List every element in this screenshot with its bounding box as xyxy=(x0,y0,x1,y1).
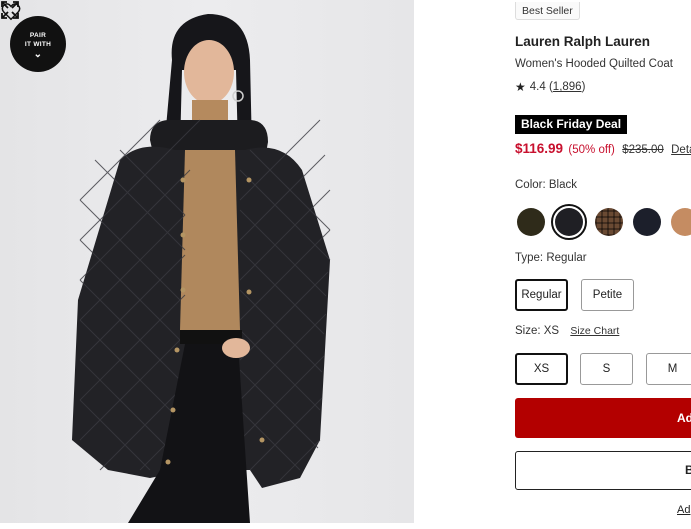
price-row: $116.99 (50% off) $235.00 Deta xyxy=(515,141,691,156)
type-option-regular[interactable]: Regular xyxy=(515,279,568,311)
original-price: $235.00 xyxy=(622,144,664,156)
deal-badge: Black Friday Deal xyxy=(515,115,628,134)
size-option-xs[interactable]: XS xyxy=(515,353,568,385)
size-option-m[interactable]: M xyxy=(646,353,691,385)
color-swatch-olive[interactable] xyxy=(517,208,545,236)
sale-price: $116.99 xyxy=(515,141,564,156)
product-title: Women's Hooded Quilted Coat xyxy=(515,58,673,70)
rating-value: 4.4 xyxy=(529,81,546,93)
color-swatch-brown-plaid[interactable] xyxy=(595,208,623,236)
details-link[interactable]: Deta xyxy=(671,144,691,156)
star-icon: ★ xyxy=(515,80,526,94)
color-swatch-camel[interactable] xyxy=(671,208,691,236)
best-seller-badge: Best Seller xyxy=(515,2,580,20)
pair-it-with-button[interactable]: PAIR IT WITH ⌄ xyxy=(10,16,66,72)
rating-paren-open: ( xyxy=(545,81,553,93)
size-chart-link[interactable]: Size Chart xyxy=(570,325,619,337)
rating: ★ 4.4 (1,896) xyxy=(515,80,585,94)
brand-link[interactable]: Lauren Ralph Lauren xyxy=(515,34,650,49)
size-option-s[interactable]: S xyxy=(580,353,633,385)
color-label: Color: Black xyxy=(515,179,577,191)
bottom-link[interactable]: Ad xyxy=(677,504,690,516)
color-swatch-navy[interactable] xyxy=(633,208,661,236)
size-label: Size: XS xyxy=(515,325,560,337)
product-image[interactable]: PAIR IT WITH ⌄ xyxy=(0,0,414,523)
discount-percent: (50% off) xyxy=(568,144,615,156)
pair-label-line2: IT WITH xyxy=(24,41,52,48)
color-swatch-black[interactable] xyxy=(551,204,587,240)
size-row: Size: XS Size Chart xyxy=(515,325,619,337)
expand-icon[interactable] xyxy=(0,0,20,20)
type-label: Type: Regular xyxy=(515,252,587,264)
add-to-bag-button[interactable]: Ad xyxy=(515,398,691,438)
pair-label-line1: PAIR xyxy=(29,32,47,39)
model-wearing-coat-illustration xyxy=(72,14,331,523)
chevron-down-icon: ⌄ xyxy=(33,49,43,60)
rating-paren-close: ) xyxy=(581,81,586,93)
type-option-petite[interactable]: Petite xyxy=(581,279,634,311)
review-count-link[interactable]: 1,896 xyxy=(553,81,582,93)
secondary-action-button[interactable]: B xyxy=(515,451,691,490)
